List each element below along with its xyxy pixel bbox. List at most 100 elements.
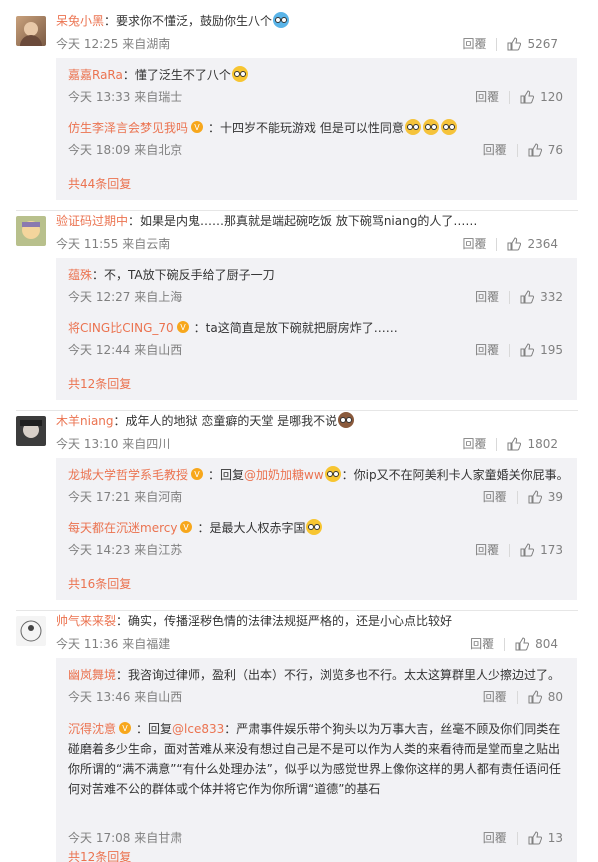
reply-item: 嘉嘉RaRa：懂了泛生不了八个 今天 13:33 来自瑞士 回覆 120: [68, 66, 563, 104]
more-replies-link[interactable]: 共16条回复: [68, 575, 131, 593]
reply-item: 龙城大学哲学系毛教授 V ：回复@加奶加糖ww ：你ip又不在阿美利卡人家童婚关你屁事…: [68, 466, 569, 504]
reply-item: 蕴殊：不，TA放下碗反手给了厨子一刀 今天 12:27 来自上海 回覆 332: [68, 266, 563, 304]
emoji-icon: [273, 12, 290, 28]
reply-text: ：我咨询过律师，盈利（出本）不行，浏览多也不行。太太这算群里人少擦边过了。: [116, 668, 561, 682]
reply-time: 今天 13:46 来自山西: [68, 690, 183, 704]
more-replies-link[interactable]: 共12条回复: [68, 848, 131, 862]
like-button[interactable]: 195: [520, 341, 563, 359]
comment-text: ：确实，传播淫秽色情的法律法规挺严格的，还是小心点比较好: [116, 614, 453, 628]
reply-text: ：回复: [208, 468, 245, 482]
reply-time: 今天 14:23 来自江苏: [68, 543, 183, 557]
reply-author[interactable]: 龙城大学哲学系毛教授: [68, 468, 188, 482]
reply-author[interactable]: 仿生李泽言会梦见我吗: [68, 121, 188, 135]
thumbs-up-icon: [507, 437, 522, 451]
reply-author[interactable]: 将CING比CING_70: [68, 321, 174, 335]
more-replies-link[interactable]: 共44条回复: [68, 175, 131, 193]
thumbs-up-icon: [528, 690, 542, 704]
vip-badge-icon: V: [191, 468, 204, 480]
like-count: 13: [547, 831, 563, 845]
like-count: 2364: [527, 237, 558, 251]
reply-author[interactable]: 幽岚舞境: [68, 668, 116, 682]
thumbs-up-icon: [528, 143, 542, 157]
reply-button[interactable]: 回覆: [475, 88, 499, 106]
reply-time: 今天 17:08 来自甘肃: [68, 831, 183, 845]
thumbs-up-icon: [515, 637, 530, 651]
emoji-icon: [404, 119, 421, 135]
comment-text: ：要求你不懂泛，鼓励你生八个: [104, 14, 273, 28]
like-button[interactable]: 39: [528, 488, 563, 506]
like-count: 1802: [527, 437, 558, 451]
emoji-icon: [231, 66, 248, 82]
like-count: 76: [547, 143, 563, 157]
thumbs-up-icon: [507, 237, 522, 251]
emoji-icon: [306, 519, 323, 535]
like-count: 39: [547, 490, 563, 504]
comment-author[interactable]: 呆兔小黑: [56, 14, 104, 28]
comment-author[interactable]: 验证码过期中: [56, 214, 128, 228]
like-button[interactable]: 1802: [507, 435, 558, 453]
emoji-icon: [338, 412, 355, 428]
reply-author[interactable]: 蕴殊: [68, 268, 92, 282]
reply-author[interactable]: 每天都在沉迷mercy: [68, 521, 177, 535]
like-count: 173: [540, 543, 563, 557]
like-button[interactable]: 2364: [507, 235, 558, 253]
thumbs-up-icon: [520, 290, 535, 304]
vip-badge-icon: V: [119, 722, 132, 734]
avatar[interactable]: [16, 16, 46, 46]
avatar[interactable]: [16, 416, 46, 446]
user-mention-link[interactable]: @加奶加糖ww: [244, 468, 324, 482]
like-button[interactable]: 173: [520, 541, 563, 559]
like-button[interactable]: 76: [528, 141, 563, 159]
like-button[interactable]: 5267: [507, 35, 558, 53]
reply-item: 每天都在沉迷mercy V ：是最大人权赤字国 今天 14:23 来自江苏 回覆 17…: [68, 519, 563, 557]
reply-author[interactable]: 嘉嘉RaRa: [68, 68, 123, 82]
more-replies-link[interactable]: 共12条回复: [68, 375, 131, 393]
svg-text:V: V: [194, 123, 200, 132]
svg-text:V: V: [180, 323, 186, 332]
reply-button[interactable]: 回覆: [462, 35, 486, 53]
like-count: 804: [535, 637, 558, 651]
comment-author[interactable]: 帅气来来裂: [56, 614, 116, 628]
thumbs-up-icon: [507, 37, 522, 51]
emoji-icon: [440, 119, 457, 135]
like-button[interactable]: 120: [520, 88, 563, 106]
reply-author[interactable]: 沉得沈意: [68, 722, 116, 736]
reply-button[interactable]: 回覆: [470, 635, 494, 653]
reply-button[interactable]: 回覆: [462, 435, 486, 453]
like-button[interactable]: 332: [520, 288, 563, 306]
like-count: 332: [540, 290, 563, 304]
thumbs-up-icon: [528, 490, 542, 504]
like-count: 80: [547, 690, 563, 704]
reply-button[interactable]: 回覆: [475, 288, 499, 306]
reply-button[interactable]: 回覆: [483, 141, 507, 159]
reply-item: 沉得沈意 V ：回复@lce833：严肃事件娱乐带个狗头以为万事大吉，丝毫不顾及你们…: [68, 719, 563, 845]
avatar[interactable]: [16, 216, 46, 246]
like-count: 195: [540, 343, 563, 357]
vip-badge-icon: V: [176, 321, 189, 333]
comment-time: 今天 11:36 来自福建: [56, 637, 171, 651]
user-mention-link[interactable]: @lce833: [172, 722, 224, 736]
like-button[interactable]: 13: [528, 829, 563, 847]
comment-text: ：如果是内鬼……那真就是端起碗吃饭 放下碗骂niang的人了……: [128, 214, 478, 228]
reply-button[interactable]: 回覆: [483, 488, 507, 506]
comment-author[interactable]: 木羊niang: [56, 414, 114, 428]
reply-text: ：是最大人权赤字国: [197, 521, 306, 535]
reply-text: ：十四岁不能玩游戏 但是可以性同意: [208, 121, 404, 135]
reply-panel: 蕴殊：不，TA放下碗反手给了厨子一刀 今天 12:27 来自上海 回覆 332 将…: [56, 258, 577, 400]
reply-text: ：懂了泛生不了八个: [122, 68, 231, 82]
reply-text: ：回复: [136, 722, 173, 736]
reply-button[interactable]: 回覆: [475, 541, 499, 559]
like-button[interactable]: 80: [528, 688, 563, 706]
avatar[interactable]: [16, 616, 46, 646]
comment-text: ：成年人的地狱 恋童癖的天堂 是哪我不说: [113, 414, 338, 428]
emoji-icon: [324, 466, 341, 482]
reply-button[interactable]: 回覆: [483, 688, 507, 706]
svg-text:V: V: [194, 470, 200, 479]
reply-item: 幽岚舞境：我咨询过律师，盈利（出本）不行，浏览多也不行。太太这算群里人少擦边过了…: [68, 666, 563, 704]
reply-button[interactable]: 回覆: [483, 829, 507, 847]
reply-button[interactable]: 回覆: [462, 235, 486, 253]
reply-button[interactable]: 回覆: [475, 341, 499, 359]
comment-time: 今天 11:55 来自云南: [56, 237, 171, 251]
like-button[interactable]: 804: [515, 635, 558, 653]
emoji-icon: [422, 119, 439, 135]
